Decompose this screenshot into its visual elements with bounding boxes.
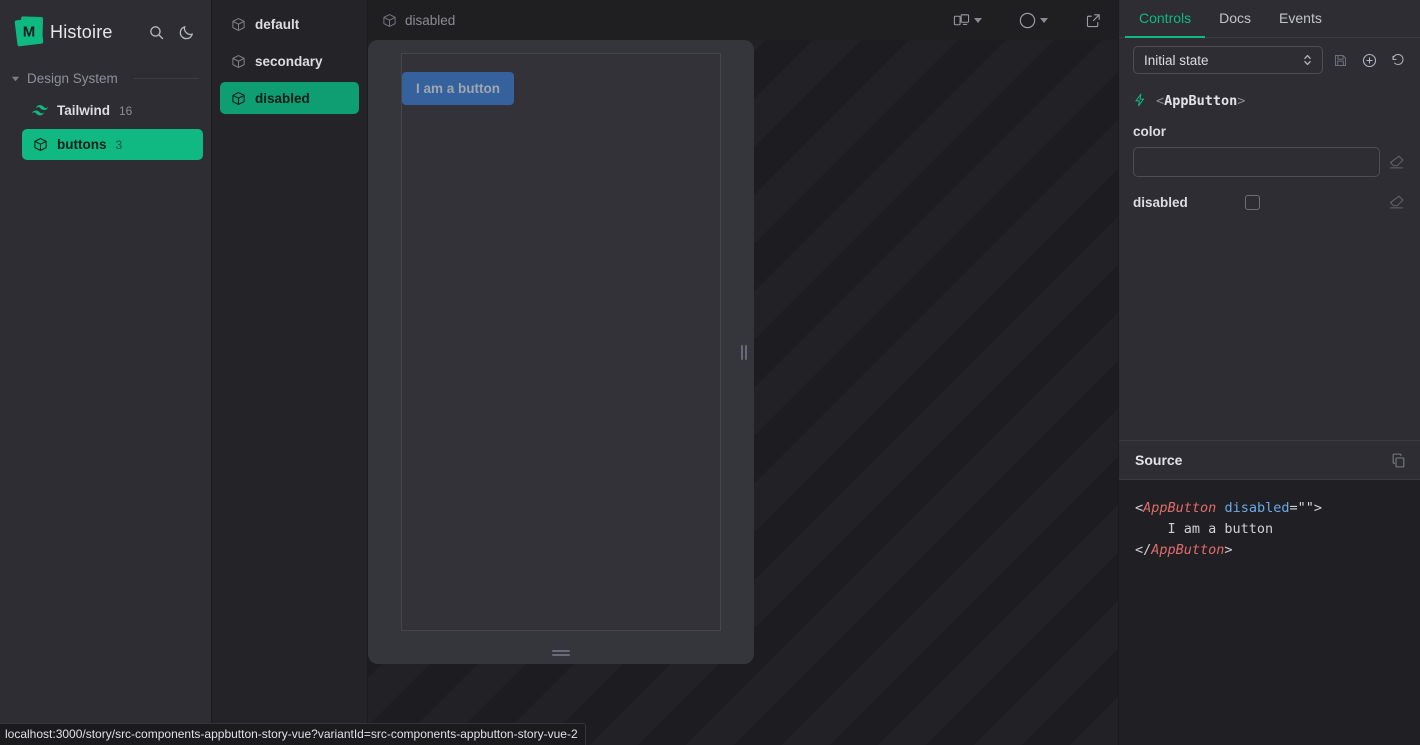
state-select[interactable]: Initial state: [1133, 46, 1323, 74]
story-tree: Design System Tailwind 16 buttons 3: [0, 64, 211, 160]
color-input[interactable]: [1133, 147, 1380, 177]
source-tag: AppButton: [1151, 542, 1225, 558]
sidebar: M Histoire Design System Tailwind 16 but…: [0, 0, 212, 745]
tree-group-rule: [132, 77, 199, 79]
responsive-sizes-icon: [950, 9, 972, 31]
cube-icon: [32, 137, 48, 153]
sidebar-item-label: buttons: [57, 137, 107, 152]
chevron-down-icon: [10, 73, 20, 83]
source-attr: disabled: [1224, 500, 1290, 516]
component-tag: AppButton: [1164, 92, 1238, 109]
histoire-app: M Histoire Design System Tailwind 16 but…: [0, 0, 1420, 745]
sidebar-item-count: 16: [119, 103, 133, 118]
sidebar-item-buttons[interactable]: buttons 3: [22, 129, 203, 160]
open-in-new-icon: [1082, 9, 1104, 31]
tailwind-icon: [32, 103, 48, 119]
brand-title: Histoire: [50, 21, 113, 42]
open-in-new-button[interactable]: [1080, 6, 1106, 34]
control-disabled: disabled: [1119, 177, 1420, 211]
add-state-icon[interactable]: [1357, 48, 1381, 72]
color-circle-icon: [1016, 9, 1038, 31]
responsive-sizes-button[interactable]: [948, 6, 984, 34]
save-state-icon[interactable]: [1328, 48, 1352, 72]
chevron-down-icon: [1040, 17, 1048, 23]
preview-toolbar: disabled: [368, 0, 1118, 40]
chevron-down-icon: [974, 17, 982, 23]
source-header: Source: [1119, 440, 1420, 480]
source-gt: >: [1313, 500, 1323, 516]
search-icon[interactable]: [145, 21, 167, 43]
source-gt: >: [1224, 542, 1233, 558]
logo-glyph: M: [22, 23, 36, 41]
source-title: Source: [1135, 452, 1183, 468]
cube-icon: [230, 16, 246, 32]
sidebar-header: M Histoire: [0, 0, 211, 64]
state-select-value: Initial state: [1144, 52, 1209, 68]
panel-spacer: [1119, 211, 1420, 440]
control-label: disabled: [1133, 194, 1188, 210]
tree-group-label: Design System: [27, 70, 118, 86]
breadcrumb: disabled: [382, 13, 455, 28]
background-color-button[interactable]: [1014, 6, 1050, 34]
preview-pane: disabled I am a button: [368, 0, 1118, 745]
tab-docs[interactable]: Docs: [1205, 0, 1265, 38]
source-text: I am a button: [1135, 521, 1274, 537]
tree-group-design-system[interactable]: Design System: [8, 64, 203, 92]
source-eq: =: [1289, 500, 1298, 516]
resize-handle-horizontal[interactable]: [552, 649, 570, 657]
control-label: color: [1133, 124, 1167, 139]
sidebar-item-count: 3: [115, 137, 123, 152]
eraser-icon[interactable]: [1388, 193, 1406, 211]
disabled-checkbox[interactable]: [1245, 194, 1260, 210]
resize-handle-vertical[interactable]: [740, 344, 748, 360]
control-color: color: [1119, 114, 1420, 177]
histoire-logo-icon: M: [14, 16, 44, 47]
variant-label: default: [255, 16, 300, 32]
inspector-panel: Controls Docs Events Initial state <AppB…: [1118, 0, 1420, 745]
preview-sandbox: I am a button: [368, 40, 754, 664]
state-row: Initial state: [1119, 38, 1420, 84]
copy-icon[interactable]: [1388, 450, 1408, 470]
tab-events[interactable]: Events: [1265, 0, 1336, 38]
component-header: <AppButton>: [1119, 84, 1420, 114]
variant-item-disabled[interactable]: disabled: [220, 82, 359, 114]
tab-controls[interactable]: Controls: [1125, 0, 1206, 38]
variant-list: default secondary disabled: [212, 0, 368, 745]
variant-item-default[interactable]: default: [220, 8, 359, 40]
source-tag: AppButton: [1143, 500, 1217, 516]
status-bar-url: localhost:3000/story/src-components-appb…: [0, 723, 586, 745]
source-close-bracket: </: [1135, 542, 1152, 558]
breadcrumb-label: disabled: [405, 12, 456, 28]
cube-icon: [382, 13, 397, 28]
preview-app-button[interactable]: I am a button: [402, 72, 514, 105]
lightning-bolt-icon: [1133, 93, 1148, 108]
preview-canvas: I am a button: [368, 40, 1118, 745]
chevron-updown-icon: [1302, 52, 1314, 68]
source-bracket: <: [1135, 500, 1144, 516]
source-string: "": [1297, 500, 1314, 516]
reset-state-icon[interactable]: [1386, 48, 1410, 72]
bracket-open: <: [1156, 92, 1165, 109]
control-input-row: [1133, 147, 1406, 177]
bracket-close: >: [1237, 92, 1246, 109]
source-code: <AppButton disabled=""> I am a button </…: [1119, 480, 1420, 745]
sidebar-item-label: Tailwind: [57, 103, 110, 118]
component-name: <AppButton>: [1156, 93, 1245, 109]
sidebar-item-tailwind[interactable]: Tailwind 16: [22, 95, 203, 126]
eraser-icon[interactable]: [1388, 153, 1406, 171]
variant-item-secondary[interactable]: secondary: [220, 45, 359, 77]
variant-label: disabled: [255, 90, 310, 106]
cube-icon: [230, 90, 246, 106]
preview-iframe: I am a button: [401, 53, 721, 631]
moon-icon[interactable]: [175, 21, 197, 43]
inspector-tabs: Controls Docs Events: [1119, 0, 1420, 38]
cube-icon: [230, 53, 246, 69]
variant-label: secondary: [255, 53, 323, 69]
